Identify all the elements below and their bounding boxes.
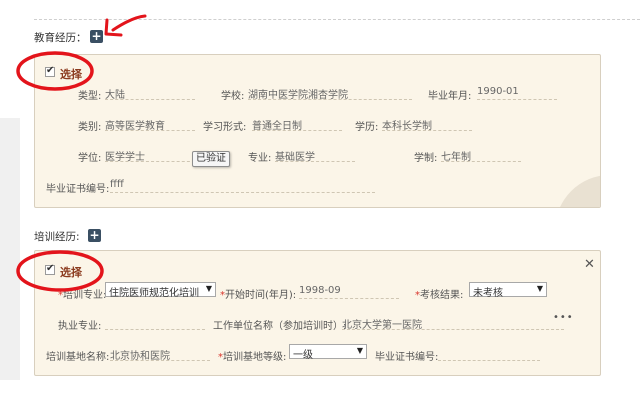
arrow-shaft	[111, 14, 147, 32]
education-highlight-circle	[16, 51, 94, 91]
training-highlight-circle	[16, 250, 104, 292]
red-annotation-layer	[16, 14, 147, 292]
